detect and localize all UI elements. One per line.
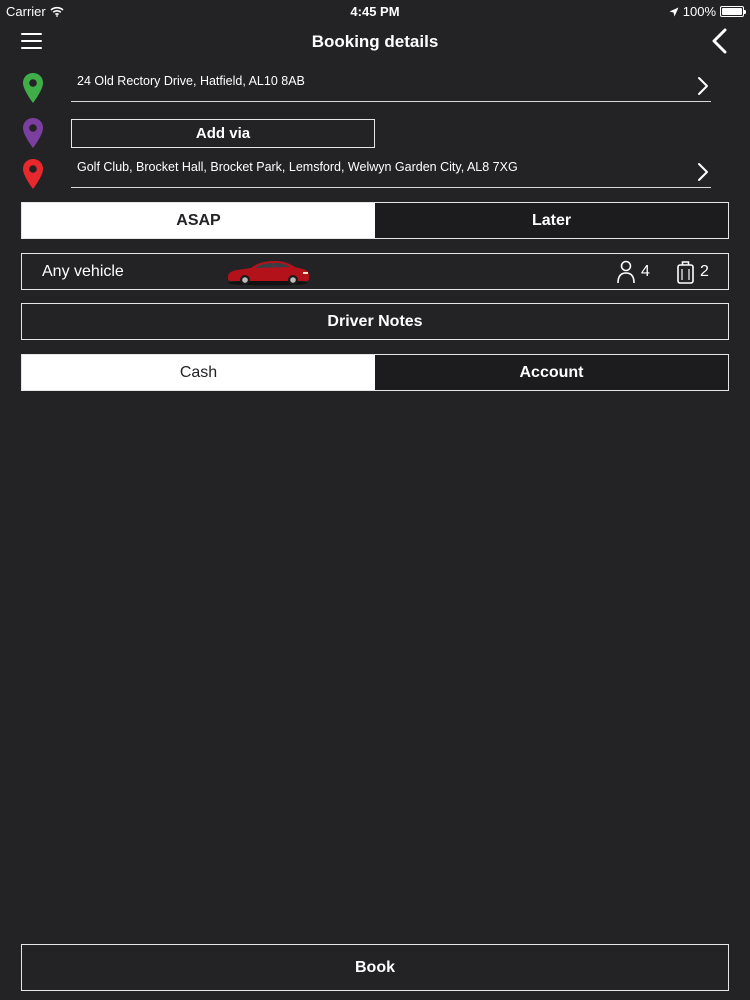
dropoff-address: Golf Club, Brocket Hall, Brocket Park, L… (77, 160, 518, 174)
back-chevron-icon[interactable] (710, 28, 728, 54)
payment-option-cash[interactable]: Cash (22, 355, 375, 390)
dropoff-address-row[interactable]: Golf Club, Brocket Hall, Brocket Park, L… (71, 156, 711, 188)
battery-icon (720, 6, 746, 17)
dropoff-pin-icon (23, 159, 43, 189)
chevron-right-icon (698, 77, 708, 95)
book-button[interactable]: Book (21, 944, 729, 991)
status-time: 4:45 PM (350, 4, 400, 19)
passenger-count: 4 (641, 263, 650, 280)
status-bar: Carrier 4:45 PM 100% (0, 0, 750, 22)
location-arrow-icon (669, 7, 679, 16)
timing-option-later[interactable]: Later (375, 203, 728, 238)
luggage-count: 2 (700, 263, 709, 280)
car-icon (228, 261, 309, 286)
page-title: Booking details (311, 32, 439, 51)
timing-segmented-control: ASAP Later (21, 202, 729, 239)
driver-notes-button[interactable]: Driver Notes (21, 303, 729, 340)
timing-option-asap[interactable]: ASAP (22, 203, 375, 238)
vehicle-selector[interactable]: Any vehicle 4 2 (21, 253, 729, 290)
status-right-group: 100% (669, 4, 746, 19)
add-via-button[interactable]: Add via (71, 119, 375, 148)
payment-segmented-control: Cash Account (21, 354, 729, 391)
chevron-right-icon (698, 163, 708, 181)
luggage-icon (677, 261, 694, 284)
pickup-address-row[interactable]: 24 Old Rectory Drive, Hatfield, AL10 8AB (71, 70, 711, 102)
vehicle-label: Any vehicle (42, 263, 124, 280)
via-pin-icon (23, 118, 43, 148)
payment-option-account[interactable]: Account (375, 355, 728, 390)
pickup-address: 24 Old Rectory Drive, Hatfield, AL10 8AB (77, 74, 305, 88)
passenger-icon (617, 260, 635, 284)
pickup-pin-icon (23, 73, 43, 103)
battery-percent: 100% (682, 4, 716, 19)
